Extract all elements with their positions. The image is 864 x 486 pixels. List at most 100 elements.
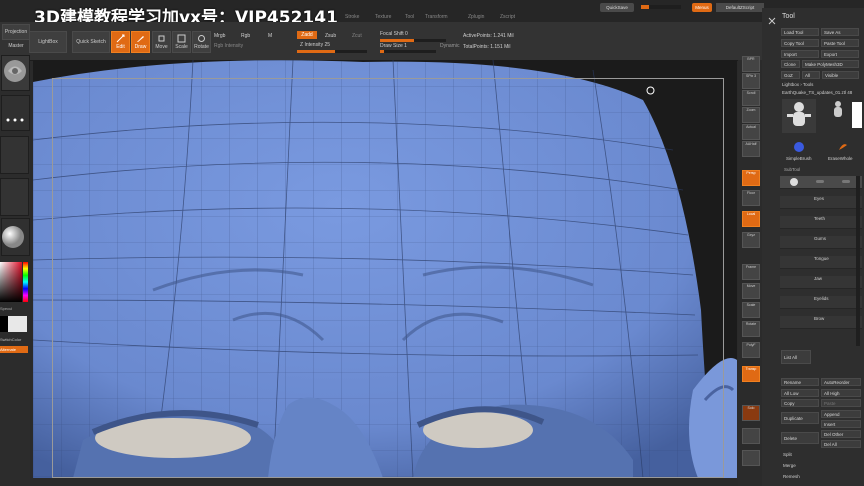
duplicate-button[interactable]: Duplicate: [781, 412, 819, 424]
move-view-button[interactable]: Move: [742, 283, 760, 299]
import-button[interactable]: Import: [781, 50, 819, 58]
draw-size-label[interactable]: Draw Size 1: [380, 43, 407, 49]
subtool-row[interactable]: Tongue: [780, 256, 862, 269]
close-icon[interactable]: [768, 12, 776, 25]
subtool-poly-toggle[interactable]: [842, 180, 850, 183]
save-as-button[interactable]: Save As: [821, 28, 859, 36]
menu-item-texture[interactable]: Texture: [375, 14, 391, 20]
rotate-view-button[interactable]: Rotate: [742, 321, 760, 337]
split-menu[interactable]: Split: [783, 452, 792, 457]
menu-item-tool[interactable]: Tool: [405, 14, 414, 20]
visible-button[interactable]: Visible: [822, 71, 859, 79]
draw-button[interactable]: Draw: [131, 31, 150, 53]
list-all-button[interactable]: List All: [781, 350, 811, 364]
focal-shift-label[interactable]: Focal Shift 0: [380, 31, 408, 37]
white-tool-thumbnail[interactable]: [852, 102, 862, 128]
zsub-toggle[interactable]: Zsub: [325, 33, 336, 39]
draw-size-slider[interactable]: [380, 50, 436, 53]
local-button[interactable]: Local: [742, 211, 760, 227]
z-intensity-label[interactable]: Z Intensity 25: [300, 42, 330, 48]
copy-tool-button[interactable]: Copy Tool: [781, 39, 819, 47]
quick-sketch-button[interactable]: Quick Sketch: [72, 31, 110, 53]
subtool-scrollbar[interactable]: [856, 176, 860, 346]
subtool-visibility-toggle[interactable]: [816, 180, 824, 183]
polymesh-tool-thumbnail[interactable]: [826, 99, 850, 123]
transp-button[interactable]: Transp: [742, 366, 760, 382]
orange-tool-thumbnail[interactable]: [836, 140, 850, 154]
stroke-thumbnail[interactable]: [1, 95, 30, 131]
mrgb-toggle[interactable]: Mrgb: [214, 33, 225, 39]
make-polymesh-button[interactable]: Make PolyMesh3D: [802, 60, 859, 68]
rgb-toggle[interactable]: Rgb: [241, 33, 250, 39]
goz-all-button[interactable]: All: [802, 71, 820, 79]
load-tool-button[interactable]: Load Tool: [781, 28, 819, 36]
dynamic-toggle[interactable]: Dynamic: [440, 43, 459, 49]
merge-menu[interactable]: Merge: [783, 463, 796, 468]
extra-view-button[interactable]: [742, 450, 760, 466]
paste-button[interactable]: Paste: [821, 399, 861, 407]
rotate-button[interactable]: Rotate: [192, 31, 211, 53]
menu-item-stroke[interactable]: Stroke: [345, 14, 359, 20]
secondary-color-swatch[interactable]: [0, 316, 8, 332]
paste-tool-button[interactable]: Paste Tool: [821, 39, 859, 47]
hue-strip[interactable]: [23, 262, 28, 302]
menu-item-zscript[interactable]: Zscript: [500, 14, 515, 20]
menu-item-zplugin[interactable]: Zplugin: [468, 14, 484, 20]
scale-button[interactable]: Scale: [172, 31, 191, 53]
subtool-header[interactable]: SubTool: [784, 167, 800, 172]
zoom-button[interactable]: Zoom: [742, 107, 760, 123]
zadd-toggle[interactable]: Zadd: [297, 31, 317, 39]
export-button[interactable]: Export: [821, 50, 859, 58]
subtool-row[interactable]: Gums: [780, 236, 862, 249]
focal-shift-slider[interactable]: [380, 39, 446, 42]
default-zscript-button[interactable]: DefaultZScript: [716, 3, 764, 12]
del-all-button[interactable]: Del All: [821, 440, 861, 448]
rgb-intensity-label[interactable]: Rgb Intensity: [214, 43, 243, 49]
main-color-swatch[interactable]: [8, 316, 27, 332]
subtool-row-active[interactable]: [780, 176, 862, 189]
material-thumbnail[interactable]: [1, 218, 30, 256]
all-low-button[interactable]: All Low: [781, 389, 819, 397]
polyf-button[interactable]: PolyF: [742, 342, 760, 358]
subtool-row[interactable]: Eyes: [780, 196, 862, 209]
lightbox-tools-link[interactable]: Lightbox › Tools: [782, 82, 813, 87]
frame-button[interactable]: Frame: [742, 264, 760, 280]
lightbox-button[interactable]: LightBox: [29, 31, 67, 53]
xpose-button[interactable]: [742, 428, 760, 444]
subtool-row[interactable]: Eyelids: [780, 296, 862, 309]
actual-button[interactable]: Actual: [742, 124, 760, 140]
current-tool-thumbnail[interactable]: [782, 99, 816, 133]
m-toggle[interactable]: M: [268, 33, 272, 39]
quicksave-button[interactable]: QuickSave: [600, 3, 634, 12]
append-button[interactable]: Append: [821, 410, 861, 418]
bpr-button[interactable]: BPR: [742, 56, 760, 72]
texture-thumbnail[interactable]: [0, 178, 29, 216]
insert-button[interactable]: Insert: [821, 420, 861, 428]
switch-color-label[interactable]: SwitchColor: [0, 337, 21, 342]
spix-button[interactable]: SPix 3: [742, 73, 760, 89]
persp-button[interactable]: Persp: [742, 170, 760, 186]
subtool-row[interactable]: Brow: [780, 316, 862, 329]
brush-thumbnail[interactable]: [1, 55, 30, 91]
scroll-button[interactable]: Scroll: [742, 90, 760, 106]
gxyz-button[interactable]: Gxyz: [742, 232, 760, 248]
projection-master-button[interactable]: Projection Master: [2, 24, 30, 49]
subtool-row[interactable]: Jaw: [780, 276, 862, 289]
remesh-menu[interactable]: Remesh: [783, 474, 800, 479]
all-high-button[interactable]: All High: [821, 389, 861, 397]
rename-button[interactable]: Rename: [781, 378, 819, 386]
copy-button[interactable]: Copy: [781, 399, 819, 407]
alternate-button[interactable]: Alternate: [0, 346, 28, 353]
delete-button[interactable]: Delete: [781, 432, 819, 444]
edit-button[interactable]: Edit: [111, 31, 130, 53]
subtool-row[interactable]: Teeth: [780, 216, 862, 229]
color-picker[interactable]: [0, 262, 22, 302]
scale-view-button[interactable]: Scale: [742, 302, 760, 318]
sphere-tool-thumbnail[interactable]: [792, 140, 806, 154]
alpha-thumbnail[interactable]: [0, 136, 29, 174]
goz-button[interactable]: GoZ: [781, 71, 800, 79]
menus-button[interactable]: Menus: [692, 3, 712, 12]
see-through-slider[interactable]: [641, 5, 681, 9]
solo-button[interactable]: Solo: [742, 405, 760, 421]
move-button[interactable]: Move: [152, 31, 171, 53]
